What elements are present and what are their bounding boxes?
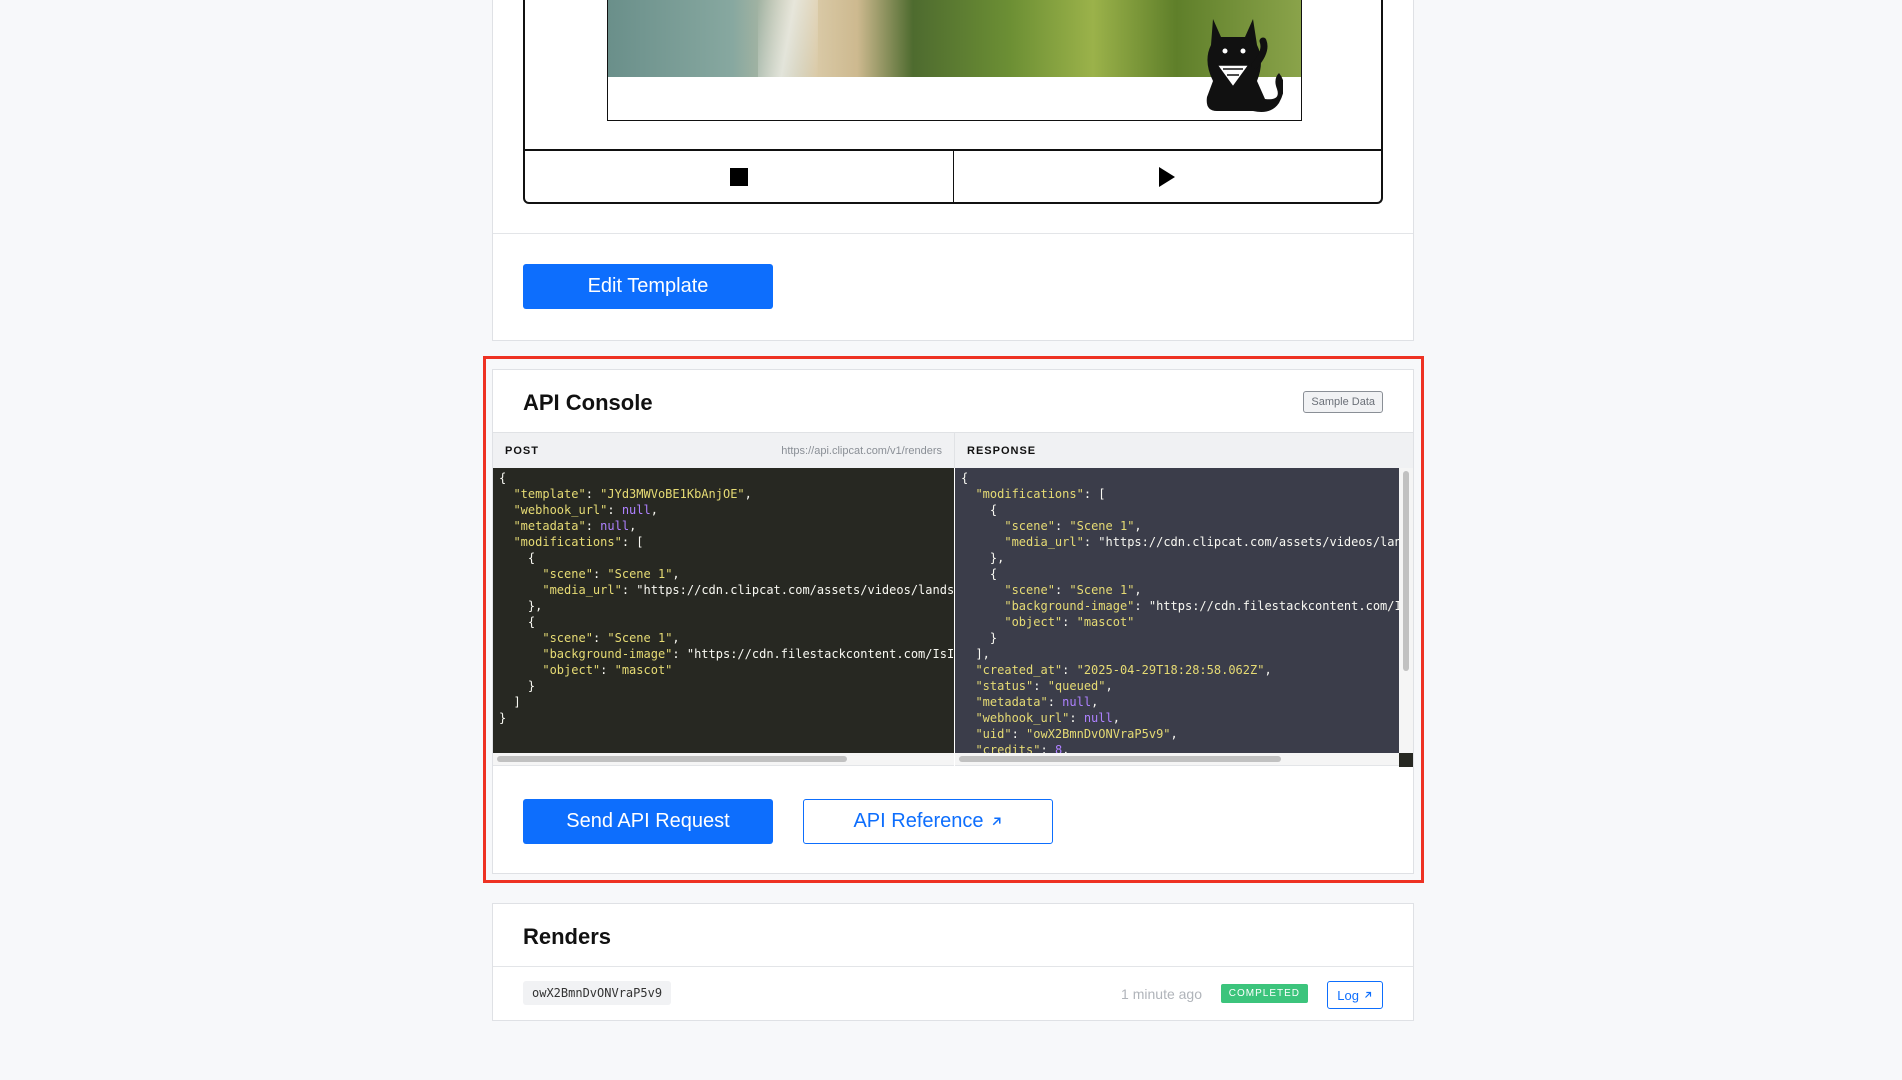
- play-button[interactable]: [952, 151, 1382, 202]
- render-time: 1 minute ago: [1121, 986, 1202, 1002]
- video-player: [523, 0, 1383, 204]
- play-icon: [1159, 166, 1176, 187]
- template-preview-card: Edit Template: [492, 0, 1414, 341]
- renders-title: Renders: [523, 924, 612, 949]
- log-button[interactable]: Log: [1327, 981, 1383, 1009]
- player-controls: [525, 149, 1381, 202]
- stop-icon: [729, 167, 748, 186]
- cat-mascot-icon: [1206, 19, 1283, 112]
- divider: [493, 966, 1413, 967]
- log-label: Log: [1337, 987, 1359, 1003]
- external-link-icon: [1365, 991, 1372, 998]
- stop-button[interactable]: [525, 151, 953, 202]
- api-console-highlight: [483, 356, 1424, 883]
- edit-template-button[interactable]: Edit Template: [523, 264, 773, 309]
- renders-card: Renders owX2BmnDvONVraP5v9 1 minute ago …: [492, 903, 1414, 1021]
- video-frame: [607, 0, 1302, 121]
- status-badge: COMPLETED: [1220, 984, 1308, 1003]
- render-uid: owX2BmnDvONVraP5v9: [523, 981, 672, 1005]
- divider: [493, 233, 1413, 234]
